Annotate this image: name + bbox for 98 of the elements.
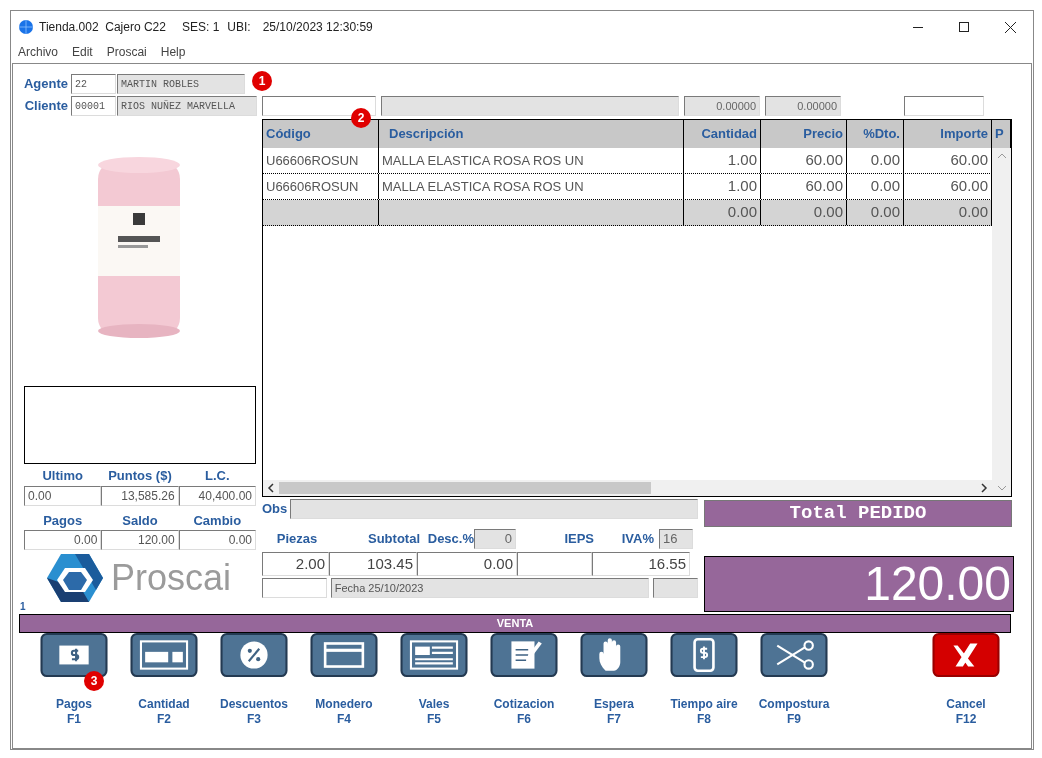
table-cell: U66606ROSUN [263,148,379,173]
page-number: 1 [20,602,27,612]
table-cell: 60.00 [761,174,847,199]
text-field[interactable]: 22 [71,74,116,94]
value-field[interactable]: 40,400.00 [178,485,256,506]
value-field[interactable]: 0.00000 [765,96,841,116]
table-cell: 1.00 [684,174,761,199]
table-row[interactable]: U66606ROSUN MALLA ELASTICA ROSA ROS UN 1.00 60.00 0.00 60.00 [263,174,992,200]
field-label: Cliente [23,97,69,116]
logo-icon [47,554,103,602]
table-cell: 0.00 [847,148,904,173]
window-title: Tienda.002 Cajero C22 [39,19,166,36]
text-field[interactable]: 00001 [71,96,116,116]
function-button[interactable]: Cantidad F2 [119,633,209,727]
close-icon [932,633,1000,677]
field-label: Ultimo [41,467,84,485]
notes-field[interactable] [290,499,698,519]
logo-text: Proscai [111,560,232,596]
notepad-pen-icon [490,633,558,677]
text-field[interactable] [381,96,679,116]
value-field[interactable]: 0.00 [24,530,102,550]
globe-icon [19,20,33,34]
field-label: IEPS [563,530,594,549]
table-cell: 0.00 [761,200,847,225]
location-text: UBI: [227,19,251,36]
table-cell: MALLA ELASTICA ROSA ROS UN [379,174,684,199]
field-label: Cambio [192,511,243,530]
scrollbar-thumb[interactable] [279,482,651,494]
field-label: Puntos ($) [107,467,173,485]
field-label: Subtotal [367,530,420,549]
phone-icon [670,633,738,677]
menu-item[interactable]: Archivo [18,43,58,61]
value-field[interactable]: 13,585.26 [101,485,179,506]
field-label: Obs [262,500,289,519]
value-field[interactable]: 0.00 [178,530,256,550]
hand-icon [580,633,648,677]
table-cell: 1.00 [684,148,761,173]
date-field[interactable]: Fecha 25/10/2023 [330,578,649,598]
field-label: Saldo [121,511,159,530]
function-button[interactable]: Vales F5 [389,633,479,727]
value-field[interactable]: 0.00000 [684,96,760,116]
menu-item[interactable]: Proscai [106,43,147,61]
text-field[interactable] [652,578,698,598]
value-field[interactable]: 0.00 [24,485,102,506]
mode-bar: VENTA [19,614,1011,633]
field-label: Pagos [42,511,84,530]
function-button[interactable]: Espera F7 [569,633,659,727]
voucher-icon [400,633,468,677]
scissors-icon [760,633,828,677]
text-field[interactable] [904,96,984,116]
function-button[interactable]: Monedero F4 [299,633,389,727]
datetime-text: 25/10/2023 12:30:59 [262,19,373,36]
table-cell: 60.00 [761,148,847,173]
close-icon [1004,21,1016,33]
function-button[interactable]: Cancel F12 [921,633,1011,727]
table-cell: 0.00 [684,200,761,225]
minimize-icon [913,26,923,28]
horizontal-scrollbar[interactable] [263,480,992,496]
field-label: Agente [22,75,69,94]
table-cell: 0.00 [847,200,904,225]
total-title: Total PEDIDO [704,500,1012,527]
number-badge: 2 [351,108,371,128]
session-text: SES: 1 [181,19,220,36]
number-badge: 1 [252,71,272,91]
calculator-icon [130,633,198,677]
function-button[interactable]: Pagos F1 3 [29,633,119,727]
field-label: L.C. [204,467,231,485]
table-row[interactable]: U66606ROSUN MALLA ELASTICA ROSA ROS UN 1.00 60.00 0.00 60.00 [263,148,992,174]
banknote-icon [40,633,108,677]
table-cell: U66606ROSUN [263,174,379,199]
maximize-icon [959,22,969,32]
value-field[interactable]: 16.55 [592,552,690,576]
value-field[interactable]: 120.00 [101,530,179,550]
field-label: IVA% [620,530,654,549]
table-cell: MALLA ELASTICA ROSA ROS UN [379,148,684,173]
field-label: Piezas [275,530,319,549]
name-field[interactable]: RIOS NUÑEZ MARVELLA [117,96,257,116]
value-field[interactable]: 0.00 [417,552,517,576]
value-field[interactable]: 2.00 [262,552,329,576]
total-amount: 120.00 [704,556,1014,612]
menu-item[interactable]: Help [160,43,186,61]
function-button[interactable]: Cotizacion F6 [479,633,569,727]
function-button[interactable]: Tiempo aire F8 [659,633,749,727]
number-badge: 3 [84,671,104,691]
text-field[interactable] [262,578,327,598]
value-field[interactable]: 103.45 [329,552,417,576]
card-icon [310,633,378,677]
percent-tag-icon [220,633,288,677]
value-field[interactable]: 0 [474,529,516,549]
vertical-scrollbar[interactable] [992,148,1011,496]
table-cell: 0.00 [847,174,904,199]
value-field[interactable] [517,552,592,576]
name-field[interactable]: MARTIN ROBLES [117,74,245,94]
function-button[interactable]: Descuentos F3 [209,633,299,727]
value-field[interactable]: 16 [659,529,693,549]
menu-item[interactable]: Edit [72,43,93,61]
field-label: Desc.% [426,530,474,549]
function-button[interactable]: Compostura F9 [749,633,839,727]
